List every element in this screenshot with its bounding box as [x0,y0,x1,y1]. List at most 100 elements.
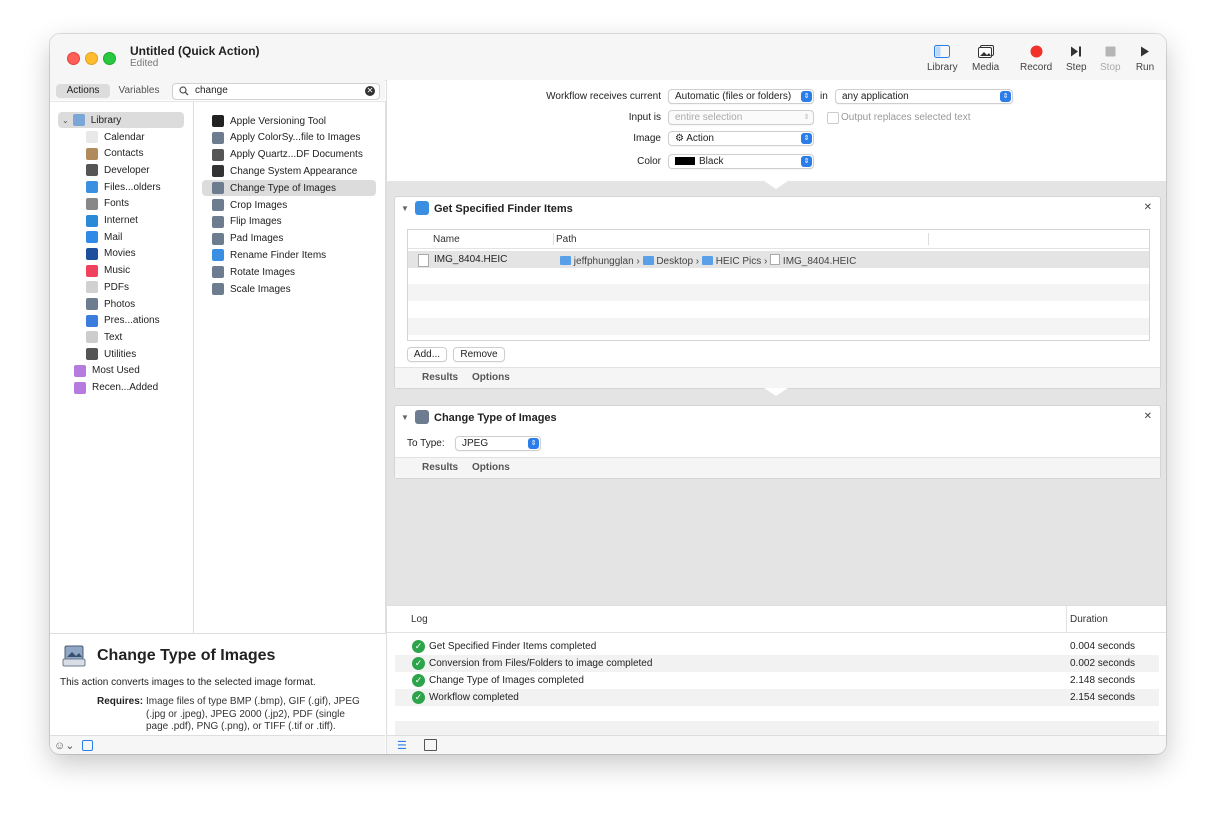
record-toolbar-button[interactable]: Record [1020,42,1052,73]
list-view-icon[interactable]: ☰ [397,739,407,752]
action-list-item[interactable]: Apple Versioning Tool [202,113,376,129]
zoom-window-button[interactable] [103,52,116,65]
column-header-name[interactable]: Name [433,234,460,245]
action-menu-icon[interactable]: ☺⌄ [54,739,74,752]
action-list-item[interactable]: Apply ColorSy...file to Images [202,130,376,146]
preview-icon [415,410,429,424]
receives-popup[interactable]: Automatic (files or folders) ⇕ [668,89,814,104]
clear-search-icon[interactable]: ✕ [365,86,375,96]
checkmark-icon: ✓ [412,656,425,670]
library-toolbar-button[interactable]: Library [927,42,958,73]
add-button[interactable]: Add... [407,347,447,362]
column-header-log[interactable]: Log [411,614,428,625]
receives-value: Automatic (files or folders) [675,91,792,102]
image-popup[interactable]: ⚙ Action ⇕ [668,131,814,146]
library-item[interactable]: PDFs [86,279,129,295]
library-item[interactable]: Contacts [86,146,143,162]
log-duration: 0.002 seconds [1070,657,1136,669]
output-replaces-checkbox[interactable] [827,112,839,124]
library-item[interactable]: Text [86,329,122,345]
action-card-change-type-of-images[interactable]: ▼ Change Type of Images ✕ To Type: JPEG … [394,405,1161,479]
close-window-button[interactable] [67,52,80,65]
action-list-item[interactable]: Pad Images [202,231,376,247]
chevron-down-icon[interactable]: ▼ [401,204,409,213]
library-item[interactable]: Fonts [86,196,129,212]
log-message: Workflow completed [429,691,519,703]
options-tab[interactable]: Options [472,372,510,383]
library-item[interactable]: Recen...Added [74,380,158,396]
library-item-label: Text [104,331,123,343]
library-item-label: Recen...Added [92,382,159,393]
color-popup[interactable]: Black ⇕ [668,154,814,169]
media-toolbar-button[interactable]: Media [972,42,999,73]
actions-tab[interactable]: Actions [56,84,110,98]
library-item-label: Pres...ations [104,315,160,327]
input-is-popup[interactable]: entire selection ⇕ [668,110,814,125]
step-toolbar-button[interactable]: Step [1066,42,1087,73]
action-card-get-specified-finder-items[interactable]: ▼ Get Specified Finder Items ✕ Name Path… [394,196,1161,389]
library-item[interactable]: Movies [86,246,136,262]
results-tab[interactable]: Results [422,372,458,383]
library-item[interactable]: Music [86,263,130,279]
options-tab[interactable]: Options [472,462,510,473]
log-row[interactable]: ✓ Workflow completed 2.154 seconds [395,688,1159,706]
library-item[interactable]: Mail [86,229,122,245]
log-row[interactable]: ✓ Change Type of Images completed 2.148 se… [395,672,1159,689]
library-item[interactable]: Utilities [86,346,136,362]
application-popup[interactable]: any application ⇕ [835,89,1013,104]
input-is-value: entire selection [675,112,743,123]
close-icon[interactable]: ✕ [1144,202,1152,213]
to-type-value: JPEG [462,438,489,449]
library-item[interactable]: Calendar [86,129,145,145]
sidebar-icon [932,42,952,60]
action-list-item[interactable]: Crop Images [202,197,376,213]
library-item[interactable]: Developer [86,162,150,178]
action-list-item[interactable]: Change Type of Images [202,180,376,197]
to-type-popup[interactable]: JPEG ⇕ [455,436,541,451]
column-header-path[interactable]: Path [556,234,577,245]
path-segment: Desktop [656,256,694,267]
log-row[interactable]: ✓ Conversion from Files/Folders to image … [395,654,1159,672]
library-item[interactable]: Internet [86,213,138,229]
stop-toolbar-button[interactable]: Stop [1100,42,1121,73]
library-item-label: Developer [104,164,150,176]
table-row[interactable]: IMG_8404.HEIC jeffphungglan › Desktop › … [408,251,1149,268]
log-message: Conversion from Files/Folders to image c… [429,657,653,669]
search-field[interactable]: change ✕ [172,83,380,100]
log-row[interactable]: ✓ Get Specified Finder Items completed 0.0… [395,638,1159,655]
action-list-item[interactable]: Flip Images [202,214,376,230]
action-list-item[interactable]: Apply Quartz...DF Documents [202,147,376,163]
popup-arrows-icon: ⇕ [801,133,812,144]
action-list-item[interactable]: Rename Finder Items [202,247,376,263]
search-input[interactable]: change [195,85,228,96]
library-item[interactable]: Pres...ations [86,313,160,329]
action-list-item[interactable]: Rotate Images [202,264,376,280]
variables-tab[interactable]: Variables [114,84,164,98]
column-header-duration[interactable]: Duration [1070,614,1108,625]
action-list-item-label: Flip Images [230,216,282,228]
library-item[interactable]: Most Used [74,363,140,379]
run-toolbar-button[interactable]: Run [1135,42,1155,73]
close-icon[interactable]: ✕ [1144,411,1152,422]
terminal-icon [212,115,224,127]
log-message: Get Specified Finder Items completed [429,641,597,652]
library-item-label: Files...olders [104,181,161,193]
library-item[interactable]: Files...olders [86,179,161,195]
action-list-item[interactable]: Scale Images [202,281,376,297]
remove-button[interactable]: Remove [453,347,505,362]
text-icon [86,331,98,344]
connector-notch [764,181,788,189]
popup-arrows-icon: ⇕ [801,91,812,102]
checkmark-icon: ✓ [412,690,425,704]
chevron-down-icon[interactable]: ▼ [401,413,409,422]
library-item[interactable]: Photos [86,296,135,312]
description-toggle-icon[interactable] [82,740,93,751]
results-tab[interactable]: Results [422,462,458,473]
image-label: Image [633,133,661,144]
action-list-item[interactable]: Change System Appearance [202,163,376,179]
library-item-label: Library [90,114,122,126]
minimize-window-button[interactable] [85,52,98,65]
library-item-library[interactable]: ⌄ Library [58,112,184,128]
finder-icon [212,249,224,262]
split-view-icon[interactable] [424,739,437,751]
